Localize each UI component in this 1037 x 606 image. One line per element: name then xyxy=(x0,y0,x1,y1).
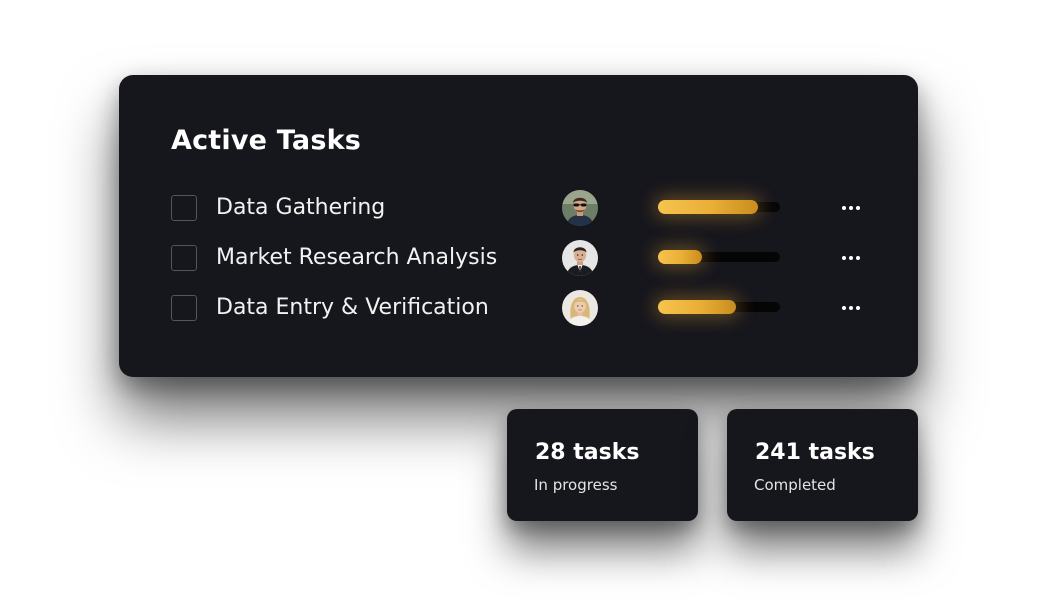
completed-label: Completed xyxy=(754,476,836,494)
in-progress-label: In progress xyxy=(534,476,618,494)
task-progress-fill xyxy=(658,200,759,214)
task-progress-fill xyxy=(658,250,702,264)
task-progress-bar xyxy=(658,300,780,314)
task-progress-fill xyxy=(658,300,737,314)
more-options-icon[interactable] xyxy=(833,296,869,320)
completed-stat-card: 241 tasks Completed xyxy=(727,409,918,521)
task-checkbox[interactable] xyxy=(171,295,197,321)
task-checkbox[interactable] xyxy=(171,195,197,221)
assignee-avatar xyxy=(562,290,598,326)
in-progress-count: 28 tasks xyxy=(535,440,640,465)
card-title: Active Tasks xyxy=(171,125,362,156)
assignee-avatar xyxy=(562,190,598,226)
task-row: Data Entry & Verification xyxy=(171,290,871,326)
task-progress-bar xyxy=(658,250,780,264)
task-row: Market Research Analysis xyxy=(171,240,871,276)
task-name: Market Research Analysis xyxy=(216,245,498,270)
assignee-avatar xyxy=(562,240,598,276)
more-options-icon[interactable] xyxy=(833,246,869,270)
more-options-icon[interactable] xyxy=(833,196,869,220)
active-tasks-card: Active Tasks Data Gathering Market Resea… xyxy=(119,75,918,377)
in-progress-stat-card: 28 tasks In progress xyxy=(507,409,698,521)
task-progress-bar xyxy=(658,200,780,214)
completed-count: 241 tasks xyxy=(755,440,875,465)
task-checkbox[interactable] xyxy=(171,245,197,271)
task-name: Data Entry & Verification xyxy=(216,295,489,320)
task-name: Data Gathering xyxy=(216,195,386,220)
task-row: Data Gathering xyxy=(171,190,871,226)
